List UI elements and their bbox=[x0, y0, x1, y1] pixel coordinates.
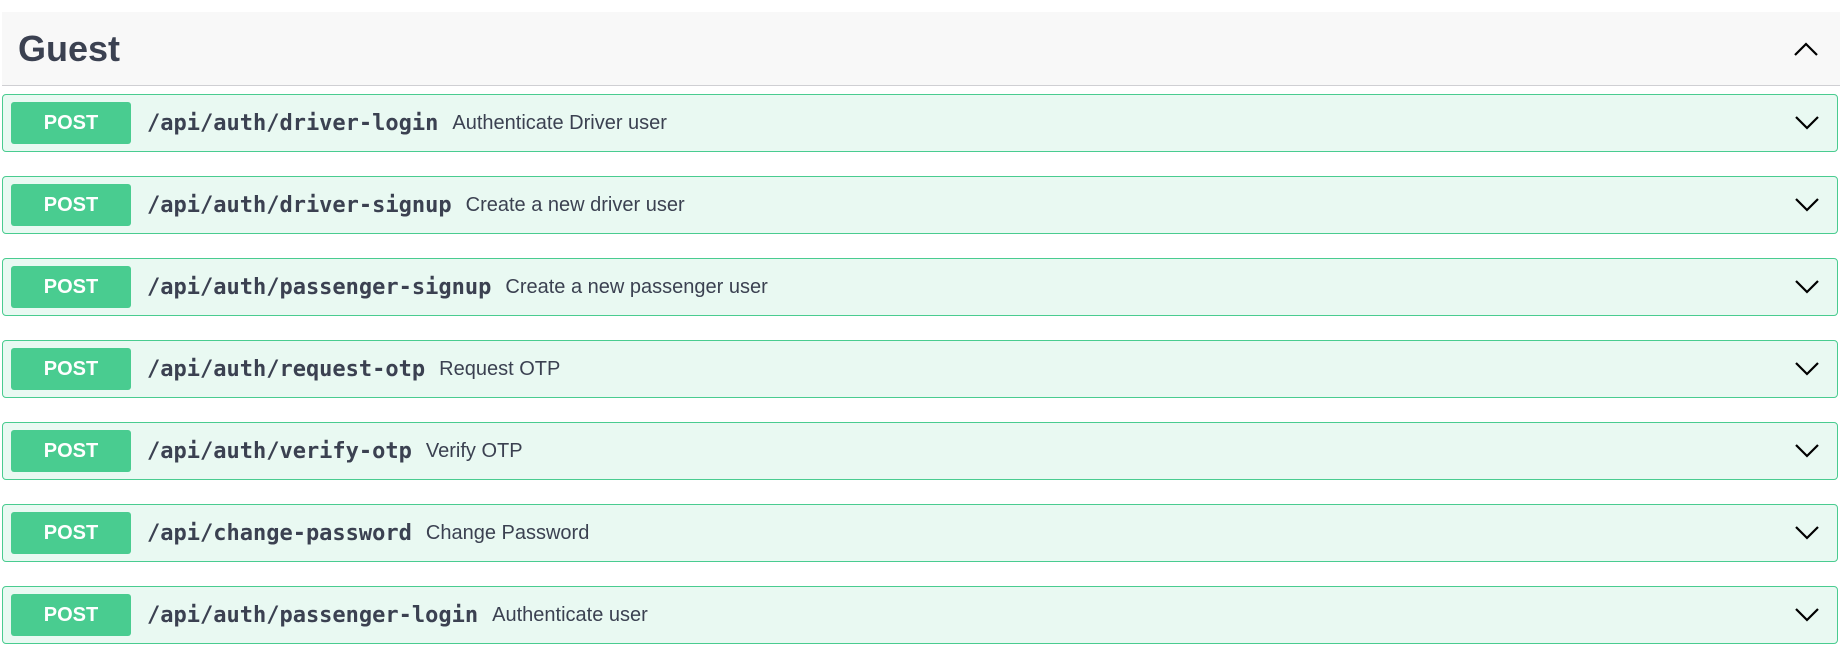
expand-operation-button[interactable] bbox=[1787, 349, 1827, 389]
operation-block[interactable]: POST /api/auth/driver-signup Create a ne… bbox=[2, 176, 1838, 234]
expand-operation-button[interactable] bbox=[1787, 185, 1827, 225]
section-header[interactable]: Guest bbox=[2, 12, 1840, 86]
operation-path: /api/auth/passenger-signup bbox=[147, 274, 492, 300]
operation-path: /api/auth/request-otp bbox=[147, 356, 426, 382]
operation-path: /api/auth/passenger-login bbox=[147, 602, 479, 628]
expand-operation-button[interactable] bbox=[1787, 267, 1827, 307]
operation-summary: Authenticate Driver user bbox=[452, 111, 667, 134]
collapse-section-button[interactable] bbox=[1784, 27, 1828, 71]
chevron-down-icon bbox=[1795, 198, 1819, 212]
tag-section-guest: Guest bbox=[0, 12, 1840, 86]
method-badge: POST bbox=[11, 184, 131, 226]
method-badge: POST bbox=[11, 512, 131, 554]
operation-summary: Request OTP bbox=[439, 357, 561, 380]
chevron-down-icon bbox=[1795, 116, 1819, 130]
operation-block[interactable]: POST /api/auth/request-otp Request OTP bbox=[2, 340, 1838, 398]
operation-block[interactable]: POST /api/change-password Change Passwor… bbox=[2, 504, 1838, 562]
operation-block[interactable]: POST /api/auth/passenger-signup Create a… bbox=[2, 258, 1838, 316]
operation-block[interactable]: POST /api/auth/verify-otp Verify OTP bbox=[2, 422, 1838, 480]
operation-block[interactable]: POST /api/auth/driver-login Authenticate… bbox=[2, 94, 1838, 152]
operation-path: /api/auth/verify-otp bbox=[147, 438, 412, 464]
operation-summary: Change Password bbox=[425, 521, 590, 544]
expand-operation-button[interactable] bbox=[1787, 431, 1827, 471]
chevron-down-icon bbox=[1795, 608, 1819, 622]
operation-path: /api/auth/driver-signup bbox=[147, 192, 452, 218]
method-badge: POST bbox=[11, 348, 131, 390]
chevron-down-icon bbox=[1795, 526, 1819, 540]
method-badge: POST bbox=[11, 594, 131, 636]
operation-block[interactable]: POST /api/auth/passenger-login Authentic… bbox=[2, 586, 1838, 644]
expand-operation-button[interactable] bbox=[1787, 513, 1827, 553]
operations-list: POST /api/auth/driver-login Authenticate… bbox=[2, 94, 1838, 668]
operation-summary: Create a new passenger user bbox=[505, 275, 768, 298]
expand-operation-button[interactable] bbox=[1787, 103, 1827, 143]
operation-summary: Verify OTP bbox=[425, 439, 523, 462]
chevron-up-icon bbox=[1794, 41, 1818, 56]
method-badge: POST bbox=[11, 266, 131, 308]
section-title: Guest bbox=[18, 27, 121, 69]
method-badge: POST bbox=[11, 102, 131, 144]
operation-path: /api/auth/driver-login bbox=[147, 110, 439, 136]
operation-summary: Create a new driver user bbox=[465, 193, 685, 216]
chevron-down-icon bbox=[1795, 362, 1819, 376]
chevron-down-icon bbox=[1795, 280, 1819, 294]
expand-operation-button[interactable] bbox=[1787, 595, 1827, 635]
method-badge: POST bbox=[11, 430, 131, 472]
operation-summary: Authenticate user bbox=[492, 603, 648, 626]
chevron-down-icon bbox=[1795, 444, 1819, 458]
operation-path: /api/change-password bbox=[147, 520, 412, 546]
